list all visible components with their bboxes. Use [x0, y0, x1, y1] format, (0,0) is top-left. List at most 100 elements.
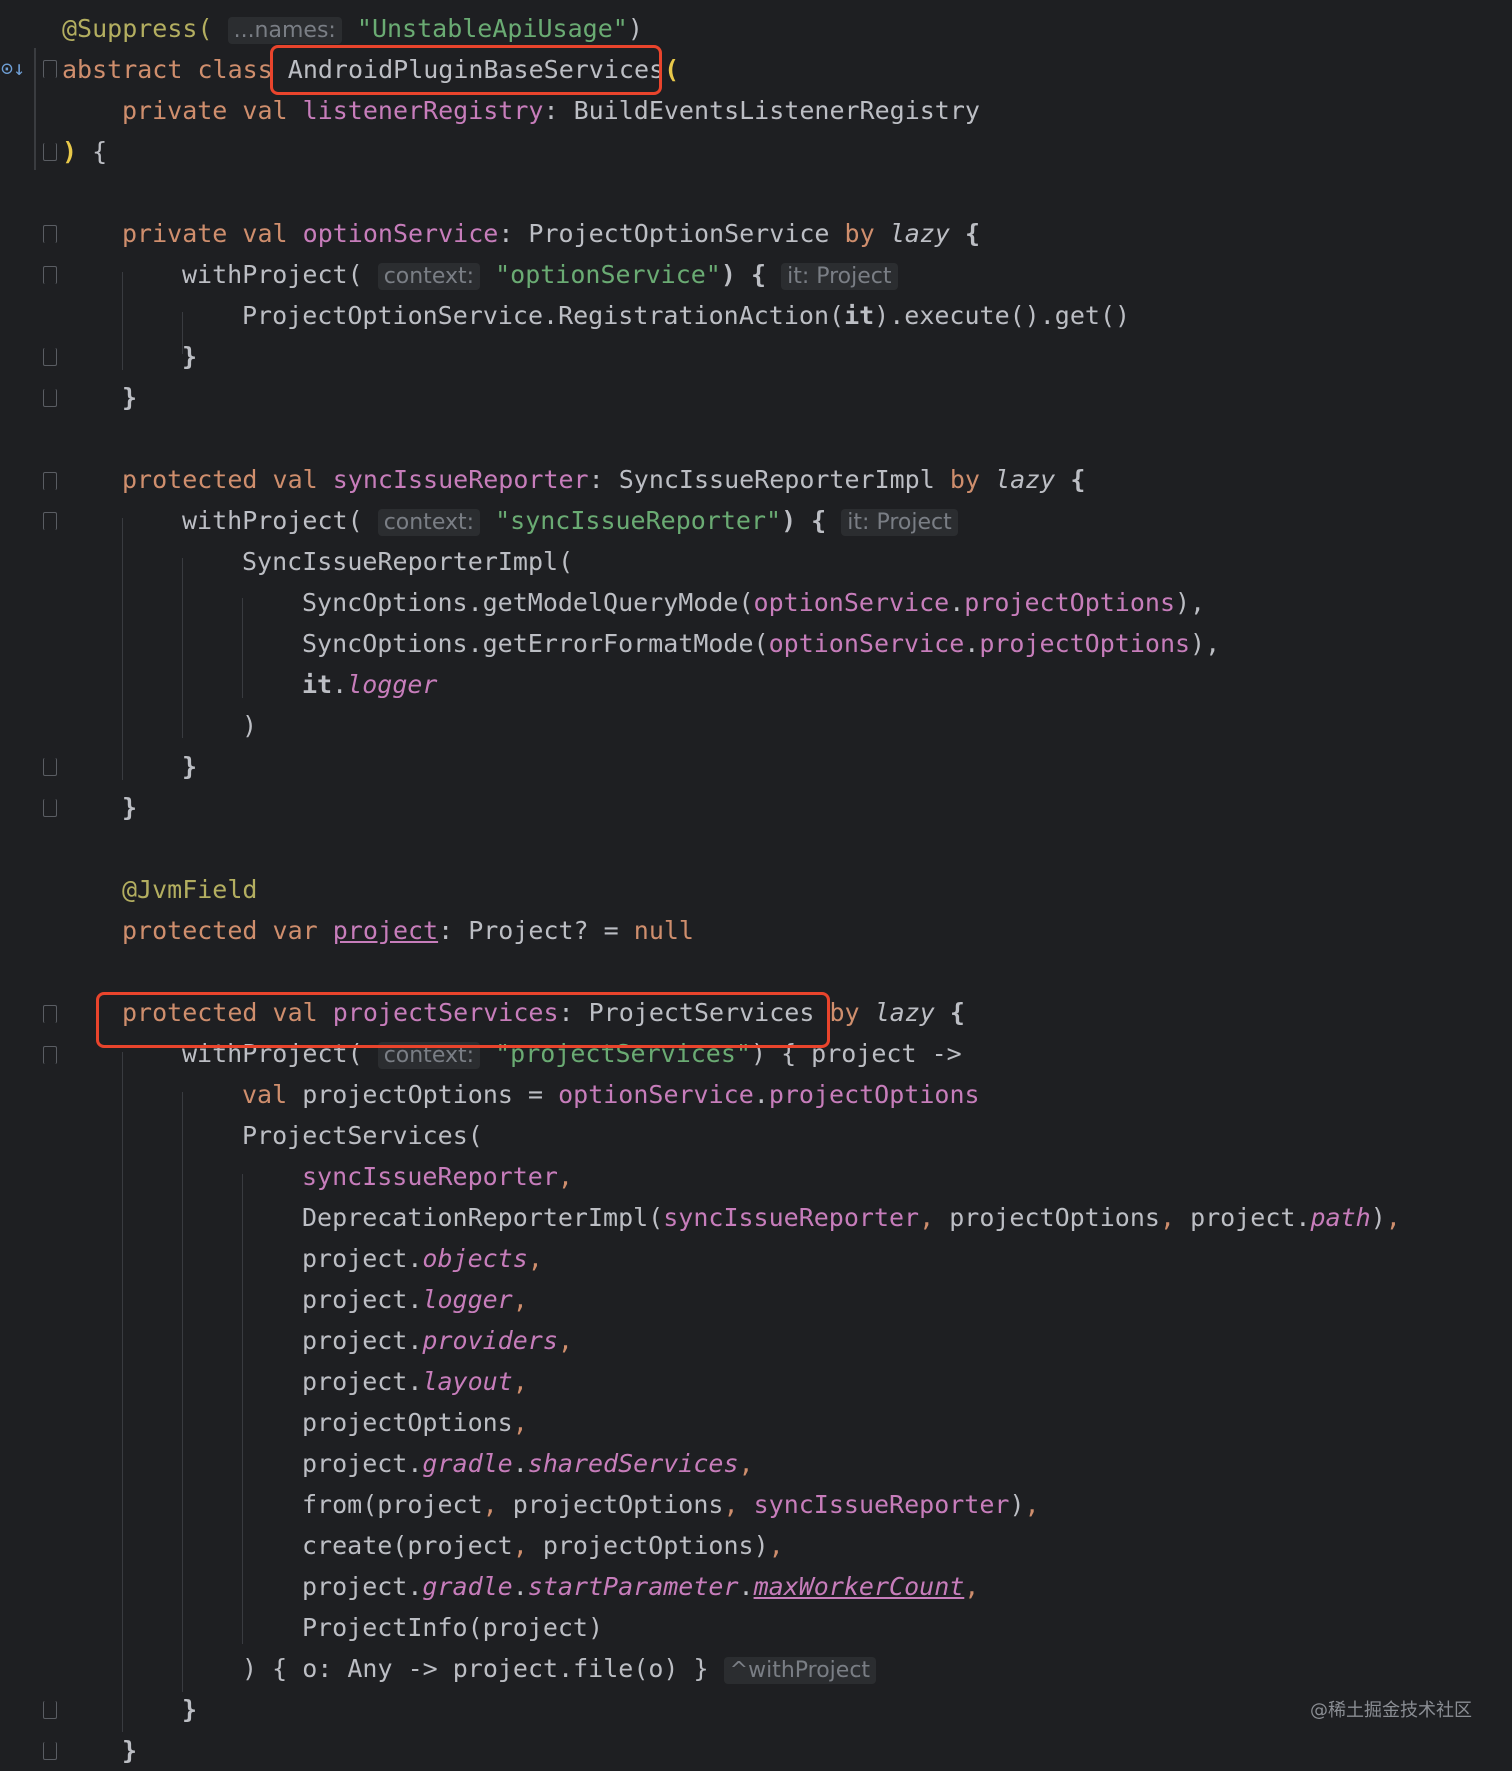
by-keyword: by: [949, 465, 980, 494]
code-line-43[interactable]: }: [0, 1730, 137, 1771]
logger-ext: logger: [347, 670, 438, 699]
code-line-42[interactable]: }: [0, 1689, 197, 1730]
lambda-brace: {: [949, 998, 965, 1027]
by-keyword: by: [829, 998, 860, 1027]
protected-val-keyword: protected val: [122, 998, 318, 1027]
project-options-prop: projectOptions: [964, 588, 1175, 617]
code-line-18[interactable]: ): [0, 705, 257, 746]
code-line-4[interactable]: ) {: [0, 131, 107, 172]
execute-get-call: ).execute().get(): [874, 301, 1131, 330]
comma: ,: [1159, 1203, 1176, 1232]
code-line-13[interactable]: withProject( context: "syncIssueReporter…: [0, 500, 958, 541]
gradle-ext: gradle: [422, 1449, 513, 1478]
code-line-10[interactable]: }: [0, 377, 137, 418]
project-type: : Project? =: [438, 916, 634, 945]
it-keyword: it: [844, 301, 875, 330]
class-name[interactable]: AndroidPluginBaseServices: [288, 55, 664, 84]
lazy-function: lazy: [874, 998, 935, 1027]
code-line-37[interactable]: from(project, projectOptions, syncIssueR…: [0, 1484, 1040, 1525]
comma: ,: [738, 1449, 754, 1478]
get-model-query-mode-call: SyncOptions.getModelQueryMode(: [302, 588, 754, 617]
option-service-ref: optionService: [753, 588, 950, 617]
project-services-ctor: ProjectServices(: [242, 1121, 483, 1150]
comma: ,: [964, 1572, 980, 1601]
registration-action-call: ProjectOptionService.RegistrationAction(: [242, 301, 845, 330]
code-line-23[interactable]: protected var project: Project? = null: [0, 910, 694, 951]
code-line-25[interactable]: protected val projectServices: ProjectSe…: [0, 992, 965, 1033]
close-paren: ): [627, 14, 643, 43]
code-line-19[interactable]: }: [0, 746, 197, 787]
logger-ext: logger: [422, 1285, 513, 1314]
protected-var-keyword: protected var: [122, 916, 318, 945]
close-paren: ): [753, 1531, 769, 1560]
code-line-12[interactable]: protected val syncIssueReporter: SyncIss…: [0, 459, 1085, 500]
code-editor[interactable]: ⊙↓ @Suppress( ...names: "UnstableApiUsag…: [0, 0, 1512, 1765]
with-project-call: withProject(: [182, 1039, 363, 1068]
context-parameter-hint: context:: [377, 509, 481, 536]
dot: .: [949, 588, 965, 617]
watermark: @稀土掘金技术社区: [1310, 1700, 1472, 1721]
comma: ,: [527, 1244, 543, 1273]
project-options-arg: projectOptions: [497, 1490, 724, 1519]
code-line-41[interactable]: ) { o: Any -> project.file(o) } ^withPro…: [0, 1648, 877, 1689]
val-keyword: val: [242, 1080, 288, 1109]
code-line-22[interactable]: @JvmField: [0, 869, 257, 910]
code-line-39[interactable]: project.gradle.startParameter.maxWorkerC…: [0, 1566, 979, 1607]
code-line-33[interactable]: project.providers,: [0, 1320, 573, 1361]
comma: ,: [557, 1162, 573, 1191]
context-parameter-hint: context:: [377, 1042, 481, 1069]
comma: ,: [512, 1408, 528, 1437]
code-line-27[interactable]: val projectOptions = optionService.proje…: [0, 1074, 980, 1115]
code-line-1[interactable]: @Suppress( ...names: "UnstableApiUsage"): [0, 8, 643, 49]
code-line-17[interactable]: it.logger: [0, 664, 437, 705]
max-worker-count-ext: maxWorkerCount: [753, 1572, 965, 1601]
create-call: create(project: [302, 1531, 513, 1560]
project-services-type: : ProjectServices: [558, 998, 815, 1027]
dot: .: [512, 1572, 528, 1601]
project-services-string: "projectServices": [495, 1039, 751, 1068]
layout-ext: layout: [422, 1367, 513, 1396]
code-line-29[interactable]: syncIssueReporter,: [0, 1156, 573, 1197]
project-options-assign: projectOptions =: [287, 1080, 559, 1109]
protected-val-keyword: protected val: [122, 465, 318, 494]
code-line-35[interactable]: projectOptions,: [0, 1402, 528, 1443]
code-line-38[interactable]: create(project, projectOptions),: [0, 1525, 784, 1566]
project-options-arg: projectOptions: [527, 1531, 754, 1560]
code-line-15[interactable]: SyncOptions.getModelQueryMode(optionServ…: [0, 582, 1205, 623]
code-line-16[interactable]: SyncOptions.getErrorFormatMode(optionSer…: [0, 623, 1220, 664]
dot: .: [512, 1449, 528, 1478]
comma: ,: [723, 1490, 739, 1519]
code-line-28[interactable]: ProjectServices(: [0, 1115, 483, 1156]
dot: .: [964, 629, 980, 658]
code-line-31[interactable]: project.objects,: [0, 1238, 543, 1279]
code-line-34[interactable]: project.layout,: [0, 1361, 528, 1402]
sync-issue-reporter-field: syncIssueReporter: [332, 465, 589, 494]
comma: ,: [1385, 1203, 1401, 1232]
code-line-3[interactable]: private val listenerRegistry: BuildEvent…: [0, 90, 980, 131]
option-service-field: optionService: [302, 219, 499, 248]
sync-issue-reporter-impl-call: SyncIssueReporterImpl(: [242, 547, 574, 576]
lazy-function: lazy: [995, 465, 1056, 494]
providers-ext: providers: [422, 1326, 558, 1355]
lambda-brace: {: [1070, 465, 1086, 494]
code-line-8[interactable]: ProjectOptionService.RegistrationAction(…: [0, 295, 1130, 336]
project-dot: project.: [302, 1367, 423, 1396]
dot: .: [753, 1080, 769, 1109]
comma: ,: [768, 1531, 784, 1560]
code-line-30[interactable]: DeprecationReporterImpl(syncIssueReporte…: [0, 1197, 1401, 1238]
lazy-function: lazy: [889, 219, 950, 248]
code-line-20[interactable]: }: [0, 787, 137, 828]
code-line-36[interactable]: project.gradle.sharedServices,: [0, 1443, 754, 1484]
code-line-40[interactable]: ProjectInfo(project): [0, 1607, 603, 1648]
private-val-keyword: private val: [122, 96, 288, 125]
code-line-7[interactable]: withProject( context: "optionService") {…: [0, 254, 898, 295]
comma: ,: [512, 1367, 528, 1396]
code-line-14[interactable]: SyncIssueReporterImpl(: [0, 541, 573, 582]
code-line-32[interactable]: project.logger,: [0, 1279, 528, 1320]
code-line-6[interactable]: private val optionService: ProjectOption…: [0, 213, 980, 254]
code-line-26[interactable]: withProject( context: "projectServices")…: [0, 1033, 962, 1074]
open-paren-highlighted: (: [664, 55, 680, 84]
code-line-2[interactable]: abstract class AndroidPluginBaseServices…: [0, 49, 679, 90]
code-line-9[interactable]: }: [0, 336, 197, 377]
objects-ext: objects: [422, 1244, 528, 1273]
